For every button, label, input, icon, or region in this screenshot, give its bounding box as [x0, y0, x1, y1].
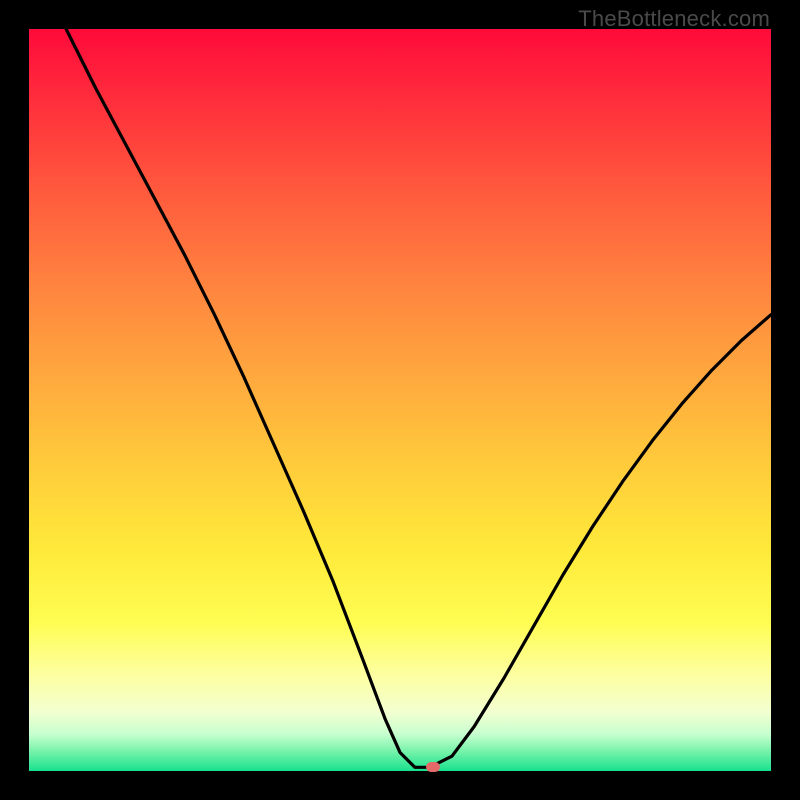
optimum-marker — [426, 762, 440, 772]
bottleneck-curve — [29, 29, 771, 771]
curve-path — [66, 29, 771, 767]
chart-frame: TheBottleneck.com — [0, 0, 800, 800]
watermark-text: TheBottleneck.com — [578, 6, 770, 32]
